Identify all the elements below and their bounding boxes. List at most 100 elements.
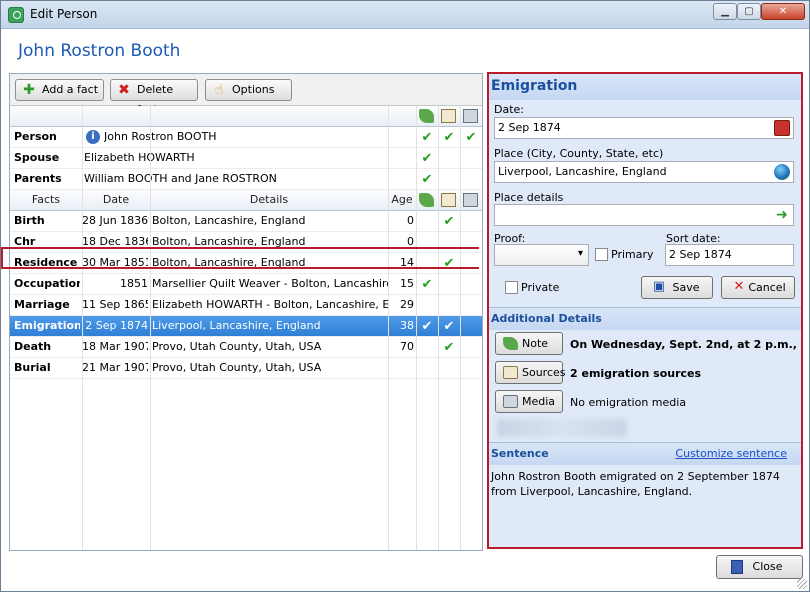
hand-icon: ☝: [214, 82, 224, 98]
family-row-spouse[interactable]: Spouse Elizabeth HOWARTH ✔: [10, 148, 482, 169]
options-button[interactable]: ☝ Options: [205, 79, 292, 101]
close-window-button[interactable]: ✕: [761, 3, 805, 20]
fact-date: 2 Sep 1874: [85, 319, 148, 332]
fact-name: Marriage: [14, 298, 70, 311]
floppy-disk-icon: ▣: [652, 279, 666, 294]
family-row-parents[interactable]: Parents William BOOTH and Jane ROSTRON ✔: [10, 169, 482, 190]
fact-name: Death: [14, 340, 52, 353]
globe-icon[interactable]: [774, 164, 790, 180]
app-icon: [8, 7, 24, 23]
family-label: Person: [14, 130, 57, 143]
sources-icon: [503, 366, 518, 379]
sources-summary: 2 emigration sources: [570, 367, 702, 380]
place-details-label: Place details: [494, 191, 564, 204]
fact-age: 0: [407, 214, 414, 227]
note-check-icon: ✔: [421, 130, 433, 145]
fact-details: Bolton, Lancashire, England: [152, 256, 306, 269]
fact-row-birth[interactable]: Birth 28 Jun 1836 Bolton, Lancashire, En…: [10, 211, 482, 232]
fact-row-marriage[interactable]: Marriage 11 Sep 1865 Elizabeth HOWARTH -…: [10, 295, 482, 316]
date-value: 2 Sep 1874: [498, 121, 561, 134]
note-column-icon: [419, 193, 434, 207]
add-fact-label: Add a fact: [42, 83, 99, 96]
fact-row-death[interactable]: Death 18 Mar 1907 Provo, Utah County, Ut…: [10, 337, 482, 358]
note-button-label: Note: [522, 337, 549, 350]
details-column-header[interactable]: Details: [150, 190, 388, 211]
fact-date: 28 Jun 1836: [82, 214, 148, 227]
fact-row-residence[interactable]: Residence 30 Mar 1851 Bolton, Lancashire…: [10, 253, 482, 274]
fact-row-chr[interactable]: Chr 18 Dec 1836 Bolton, Lancashire, Engl…: [10, 232, 482, 253]
maximize-button[interactable]: ▢: [737, 3, 761, 20]
source-check-icon: ✔: [443, 319, 455, 334]
additional-details-header: Additional Details: [489, 308, 801, 330]
fact-row-occupation[interactable]: Occupation 1851 Marsellier Quilt Weaver …: [10, 274, 482, 295]
private-label: Private: [521, 281, 560, 294]
fact-details: Bolton, Lancashire, England: [152, 235, 306, 248]
fact-name: Occupation: [14, 277, 80, 290]
primary-checkbox[interactable]: [595, 248, 608, 261]
fact-date: 1851: [120, 277, 148, 290]
fact-age: 14: [400, 256, 414, 269]
delete-fact-button[interactable]: ✖ Delete fact: [110, 79, 198, 116]
note-column-icon: [419, 109, 434, 123]
proof-select[interactable]: [494, 244, 589, 266]
window-title: Edit Person: [30, 7, 98, 21]
sentence-text: John Rostron Booth emigrated on 2 Septem…: [491, 470, 780, 498]
fact-name: Burial: [14, 361, 51, 374]
fact-row-emigration[interactable]: Emigration 2 Sep 1874 Liverpool, Lancash…: [10, 316, 482, 337]
minimize-button[interactable]: ▁: [713, 3, 737, 20]
family-label: Parents: [14, 172, 62, 185]
info-icon[interactable]: i: [86, 130, 100, 144]
note-check-icon: ✔: [421, 319, 433, 334]
fact-name: Emigration: [14, 319, 80, 332]
title-bar[interactable]: Edit Person ▁ ▢ ✕: [1, 1, 809, 29]
place-field[interactable]: Liverpool, Lancashire, England: [494, 161, 794, 183]
sort-date-field[interactable]: 2 Sep 1874: [665, 244, 794, 266]
source-check-icon: ✔: [443, 340, 455, 355]
fact-editor-pane: Emigration Date: 2 Sep 1874 Place (City,…: [487, 72, 803, 549]
fact-age: 0: [407, 235, 414, 248]
resize-grip[interactable]: [797, 579, 807, 589]
customize-sentence-link[interactable]: Customize sentence: [675, 447, 787, 461]
fact-date: 18 Dec 1836: [82, 235, 148, 248]
family-value: Elizabeth HOWARTH: [84, 151, 195, 164]
family-header-row: [10, 106, 482, 127]
facts-toolbar: ✚ Add a fact ✖ Delete fact ☝ Options: [10, 74, 482, 116]
media-column-icon: [463, 109, 478, 123]
save-button[interactable]: ▣ Save: [641, 276, 713, 299]
sources-button-label: Sources: [522, 366, 566, 379]
sources-button[interactable]: Sources: [495, 361, 566, 384]
cancel-button[interactable]: ✕ Cancel: [721, 276, 795, 299]
media-button[interactable]: Media: [495, 390, 563, 413]
edit-person-window: Edit Person ▁ ▢ ✕ John Rostron Booth ✚ A…: [0, 0, 810, 592]
add-fact-button[interactable]: ✚ Add a fact: [15, 79, 104, 101]
family-value: John Rostron BOOTH: [104, 130, 217, 143]
private-checkbox[interactable]: [505, 281, 518, 294]
place-details-field[interactable]: ➜: [494, 204, 794, 226]
note-button[interactable]: Note: [495, 332, 563, 355]
fact-age: 15: [400, 277, 414, 290]
date-column-header[interactable]: Date: [82, 190, 150, 211]
note-icon: [503, 337, 518, 350]
age-column-header[interactable]: Age: [388, 190, 416, 211]
calendar-icon[interactable]: [774, 120, 790, 136]
note-preview: On Wednesday, Sept. 2nd, at 2 p.m., the: [570, 338, 796, 351]
family-label: Spouse: [14, 151, 60, 164]
facts-pane: ✚ Add a fact ✖ Delete fact ☝ Options Per…: [9, 73, 483, 551]
media-button-label: Media: [522, 395, 556, 408]
proof-value: [495, 245, 498, 258]
sentence-header: Sentence Customize sentence: [489, 443, 801, 465]
date-field[interactable]: 2 Sep 1874: [494, 117, 794, 139]
media-icon: [503, 395, 518, 408]
column-divider: [150, 106, 151, 550]
blurred-region: [497, 419, 627, 437]
family-row-person[interactable]: Person i John Rostron BOOTH ✔ ✔ ✔: [10, 127, 482, 148]
sort-date-value: 2 Sep 1874: [669, 248, 732, 261]
column-divider: [388, 106, 389, 550]
facts-column-header[interactable]: Facts: [10, 190, 82, 211]
close-button[interactable]: Close: [716, 555, 803, 579]
arrow-right-icon[interactable]: ➜: [774, 207, 790, 223]
facts-grid: Person i John Rostron BOOTH ✔ ✔ ✔ Spouse…: [10, 106, 482, 550]
media-column-icon: [463, 193, 478, 207]
cancel-label: Cancel: [748, 281, 786, 294]
fact-row-burial[interactable]: Burial 21 Mar 1907 Provo, Utah County, U…: [10, 358, 482, 379]
